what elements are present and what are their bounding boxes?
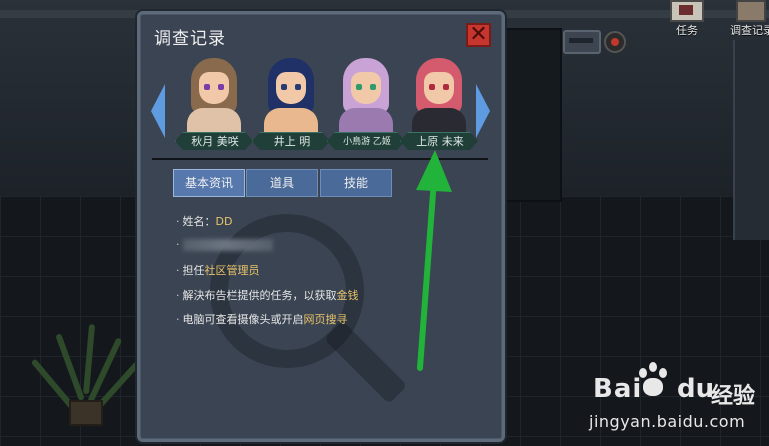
character-card-uehara[interactable]: 上原 未来 xyxy=(400,54,478,152)
basic-info-list: · 姓名：DD · · 担任社区管理员 · 解決布告栏提供的任务，以获取金钱 · 电脑可… xyxy=(176,213,359,336)
dialog-title: 调查记录 xyxy=(154,29,226,49)
watermark-url: jingyan.baidu.com xyxy=(589,412,746,431)
character-name: 小鳥游 乙姬 xyxy=(327,132,405,150)
keycard-reader xyxy=(563,30,601,54)
next-character-arrow-icon[interactable] xyxy=(476,84,490,138)
baidu-jingyan-watermark: Bai du 经验 jingyan.baidu.com xyxy=(585,362,769,446)
character-card-takanashi[interactable]: 小鳥游 乙姬 xyxy=(327,54,405,152)
baidu-paw-icon xyxy=(635,362,675,398)
tab-skills[interactable]: 技能 xyxy=(320,169,392,197)
hud-record-button[interactable]: 调查记录 xyxy=(728,0,769,37)
info-label: 解決布告栏提供的任务，以获取 xyxy=(182,288,337,302)
divider xyxy=(152,158,488,160)
info-label: 担任 xyxy=(182,264,205,277)
info-row-tasks: · 解決布告栏提供的任务，以获取金钱 xyxy=(176,288,359,302)
info-value: 金钱 xyxy=(336,288,359,302)
character-card-inoue[interactable]: 井上 明 xyxy=(252,54,330,152)
alarm-light xyxy=(604,31,626,53)
task-board-icon xyxy=(670,0,704,22)
character-portrait xyxy=(335,58,397,138)
prev-character-arrow-icon[interactable] xyxy=(151,84,165,138)
character-portrait xyxy=(408,58,470,138)
baidu-logo-tail: du xyxy=(677,374,715,404)
character-card-akizuki[interactable]: 秋月 美咲 xyxy=(175,54,253,152)
cabinet xyxy=(733,40,769,240)
info-row-computer: · 电脑可查看摄像头或开启网页搜寻 xyxy=(176,313,348,326)
character-portrait xyxy=(183,58,245,138)
jingyan-brand: 经验 xyxy=(711,384,756,409)
room-door xyxy=(500,28,562,202)
potted-plant xyxy=(30,310,142,426)
info-value: 网页搜寻 xyxy=(303,313,348,326)
character-name: 井上 明 xyxy=(252,132,330,150)
hud-record-label: 调查记录 xyxy=(730,24,769,37)
info-row-redacted: · xyxy=(176,238,359,263)
character-name: 秋月 美咲 xyxy=(175,132,253,150)
info-label: 姓名： xyxy=(182,215,216,228)
info-value: DD xyxy=(215,215,233,228)
hud-task-button[interactable]: 任务 xyxy=(664,0,708,37)
character-name: 上原 未来 xyxy=(400,132,478,150)
character-portrait xyxy=(260,58,322,138)
info-row-name: · 姓名：DD xyxy=(176,215,233,228)
investigation-record-dialog: 调查记录 ✕ 秋月 美咲 井上 明 小鳥游 乙姬 上原 未来 基本资讯 道具 技… xyxy=(137,11,505,442)
hud-task-label: 任务 xyxy=(676,24,698,37)
tab-items[interactable]: 道具 xyxy=(246,169,318,197)
tab-basic-info[interactable]: 基本资讯 xyxy=(173,169,245,197)
close-button[interactable]: ✕ xyxy=(466,23,491,47)
info-label: 电脑可查看摄像头或开启 xyxy=(182,313,304,326)
info-value: 社区管理员 xyxy=(204,264,260,277)
notebook-icon xyxy=(736,0,766,22)
redacted-text xyxy=(182,238,273,251)
info-row-role: · 担任社区管理员 xyxy=(176,264,260,277)
